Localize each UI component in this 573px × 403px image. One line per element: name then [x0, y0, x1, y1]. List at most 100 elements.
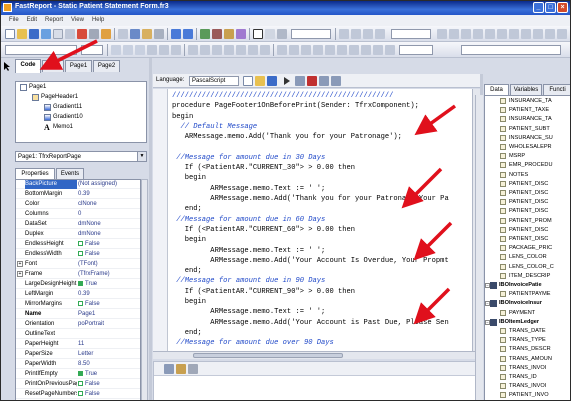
add-watch-icon[interactable]: [164, 364, 174, 374]
checkbox-icon[interactable]: [78, 280, 83, 286]
tab-functions[interactable]: Functi: [543, 84, 570, 95]
property-row[interactable]: Name Page1: [16, 310, 140, 319]
align-right-icon[interactable]: [461, 29, 471, 39]
property-row[interactable]: OutlineText: [16, 330, 140, 339]
italic-icon[interactable]: [123, 45, 133, 55]
group-icon[interactable]: [200, 29, 210, 39]
page-settings-icon[interactable]: [89, 29, 99, 39]
text-center-icon[interactable]: [200, 45, 210, 55]
language-combo[interactable]: PascalScript: [189, 76, 239, 86]
frame-right-icon[interactable]: [313, 45, 323, 55]
bring-front-icon[interactable]: [224, 29, 234, 39]
property-value[interactable]: Page1: [78, 310, 140, 319]
frame-left-icon[interactable]: [301, 45, 311, 55]
send-back-icon[interactable]: [236, 29, 246, 39]
expand-icon[interactable]: +: [17, 271, 23, 277]
inspector-scrollbar[interactable]: [141, 179, 148, 400]
checkbox-icon[interactable]: [78, 240, 83, 246]
font-color-icon[interactable]: [147, 45, 157, 55]
ungroup-icon[interactable]: [212, 29, 222, 39]
property-value[interactable]: 0.39: [78, 190, 140, 199]
code-horizontal-scrollbar[interactable]: [153, 351, 480, 359]
text-justify-icon[interactable]: [224, 45, 234, 55]
property-value[interactable]: Letter: [78, 350, 140, 359]
paste-icon[interactable]: [142, 29, 152, 39]
open-icon[interactable]: [17, 29, 27, 39]
tab-events[interactable]: Events: [56, 168, 84, 179]
font-size-combo[interactable]: [81, 45, 103, 55]
property-value[interactable]: clNone: [78, 200, 140, 209]
center-icon[interactable]: [557, 29, 567, 39]
frame-top-icon[interactable]: [277, 45, 287, 55]
scroll-thumb[interactable]: [193, 353, 343, 358]
checkbox-icon[interactable]: [78, 390, 83, 396]
save-icon[interactable]: [29, 29, 39, 39]
font-name-combo[interactable]: [5, 45, 77, 55]
property-value[interactable]: dmNone: [78, 230, 140, 239]
menu-help[interactable]: Help: [92, 15, 104, 26]
text-bottom-icon[interactable]: [260, 45, 270, 55]
tree-item-gradient11[interactable]: Gradient11: [44, 103, 82, 112]
run-icon[interactable]: [283, 77, 291, 85]
fill-color-icon[interactable]: [361, 45, 371, 55]
zoom-combo[interactable]: [291, 29, 331, 39]
extra-tool-2-icon[interactable]: [363, 29, 373, 39]
new-script-icon[interactable]: [243, 76, 253, 86]
property-row[interactable]: PaperSize Letter: [16, 350, 140, 359]
grid-icon[interactable]: [253, 29, 263, 39]
property-row[interactable]: LeftMargin 0.39: [16, 290, 140, 299]
property-row[interactable]: LargeDesignHeight True: [16, 280, 140, 289]
property-row[interactable]: PaperWidth 8.50: [16, 360, 140, 369]
text-middle-icon[interactable]: [248, 45, 258, 55]
cut-icon[interactable]: [118, 29, 128, 39]
save-script-icon[interactable]: [267, 76, 277, 86]
property-value[interactable]: poPortrait: [78, 320, 140, 329]
tab-page2[interactable]: Page2: [93, 60, 120, 72]
splitter-left[interactable]: [149, 58, 152, 400]
property-row[interactable]: PrintOnPreviousPage False: [16, 380, 140, 389]
text-left-icon[interactable]: [188, 45, 198, 55]
property-row[interactable]: Color clNone: [16, 200, 140, 209]
tree-item-page1[interactable]: Page1: [20, 83, 46, 92]
property-row[interactable]: BottomMargin 0.39: [16, 190, 140, 199]
property-value[interactable]: False: [78, 250, 140, 259]
space-vertical-icon[interactable]: [545, 29, 555, 39]
code-editor[interactable]: ////////////////////////////////////////…: [167, 89, 472, 351]
property-value[interactable]: False: [78, 380, 140, 389]
frame-none-icon[interactable]: [337, 45, 347, 55]
property-value[interactable]: 11: [78, 340, 140, 349]
stop-icon[interactable]: [307, 76, 317, 86]
property-value[interactable]: False: [78, 390, 140, 399]
fit-grid-icon[interactable]: [277, 29, 287, 39]
property-value[interactable]: True: [78, 370, 140, 379]
close-button[interactable]: ×: [557, 2, 568, 13]
property-row[interactable]: Orientation poPortrait: [16, 320, 140, 329]
property-row[interactable]: MirrorMargins False: [16, 300, 140, 309]
tree-item-pageheader1[interactable]: PageHeader1: [32, 93, 78, 102]
property-row[interactable]: Columns 0: [16, 210, 140, 219]
underline-icon[interactable]: [135, 45, 145, 55]
property-value[interactable]: False: [78, 300, 140, 309]
frame-bottom-icon[interactable]: [289, 45, 299, 55]
property-row[interactable]: + Frame (TfrxFrame): [16, 270, 140, 279]
property-row[interactable]: + Font (TFont): [16, 260, 140, 269]
property-value[interactable]: dmNone: [78, 220, 140, 229]
text-right-icon[interactable]: [212, 45, 222, 55]
property-value[interactable]: 0.39: [78, 290, 140, 299]
align-bottom-icon[interactable]: [497, 29, 507, 39]
edit-watch-icon[interactable]: [176, 364, 186, 374]
evaluate-icon[interactable]: [319, 76, 329, 86]
tree-item-memo1[interactable]: A Memo1: [44, 123, 73, 132]
delete-page-icon[interactable]: [77, 29, 87, 39]
property-row[interactable]: EndlessHeight False: [16, 240, 140, 249]
property-row[interactable]: Duplex dmNone: [16, 230, 140, 239]
expand-icon[interactable]: +: [17, 261, 23, 267]
checkbox-icon[interactable]: [78, 250, 83, 256]
extra-tool-icon[interactable]: [351, 29, 361, 39]
checkbox-icon[interactable]: [78, 300, 83, 306]
object-selector[interactable]: Page1: TfrxReportPage ▼: [15, 151, 147, 162]
delete-watch-icon[interactable]: [188, 364, 198, 374]
tab-properties[interactable]: Properties: [15, 168, 55, 179]
style-name-combo[interactable]: [461, 45, 561, 55]
tab-page1[interactable]: Page1: [65, 60, 92, 72]
